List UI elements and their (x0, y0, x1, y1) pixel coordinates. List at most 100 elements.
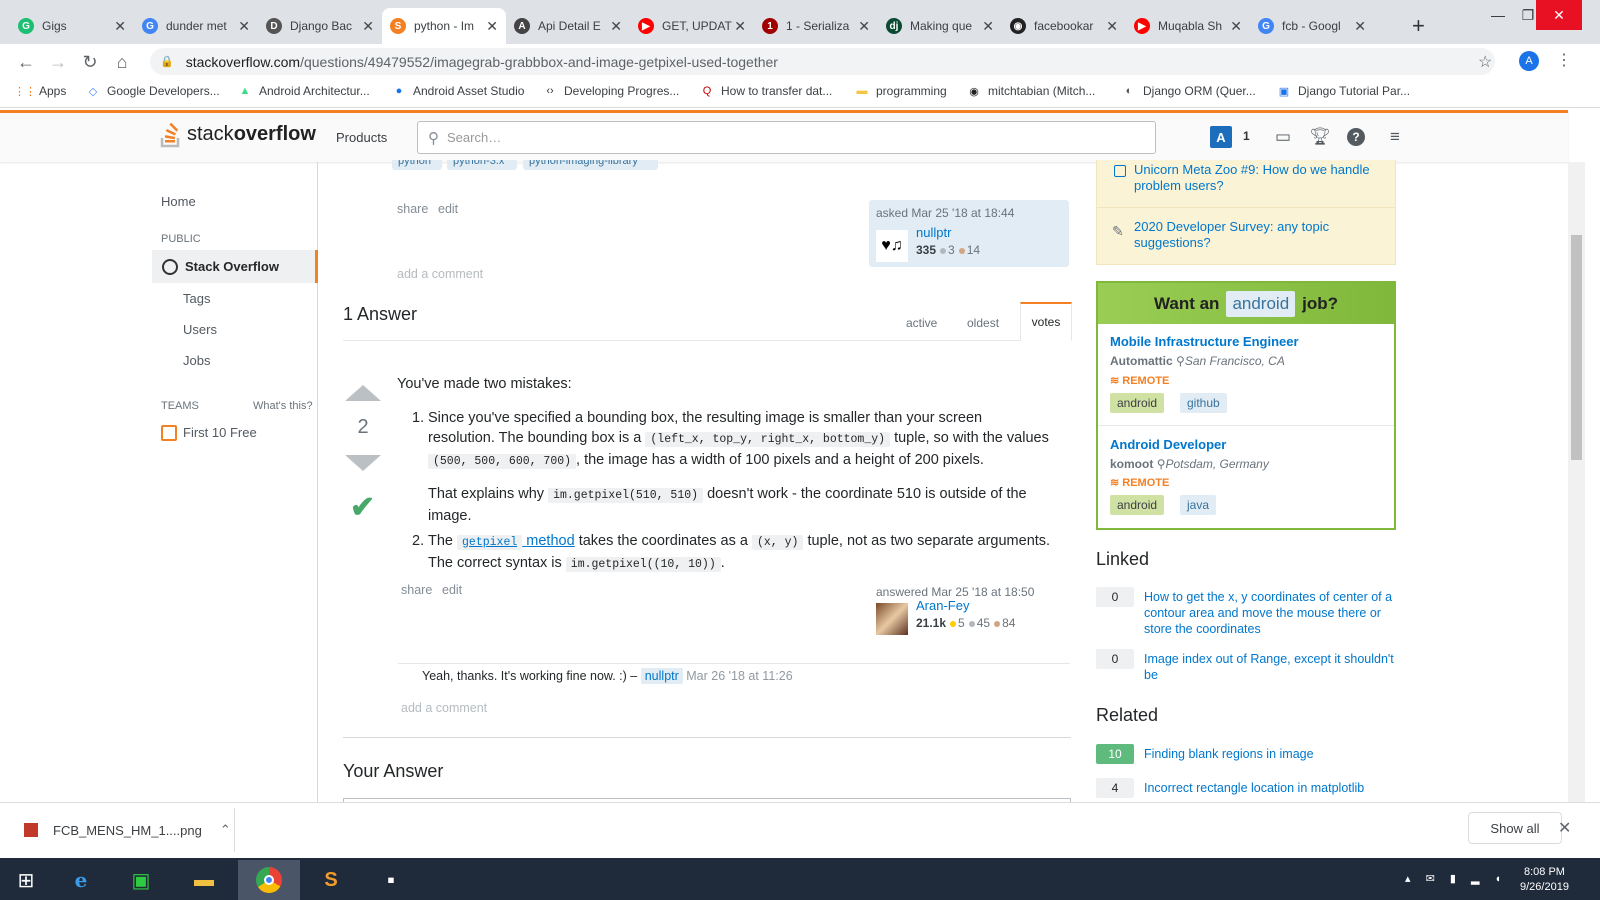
help-icon[interactable]: ? (1347, 128, 1365, 146)
linked-2-link[interactable]: Image index out of Range, except it shou… (1144, 651, 1394, 683)
bookmark-item[interactable]: ‹› Developing Progres... (543, 84, 679, 98)
nav-tags[interactable]: Tags (183, 291, 210, 306)
getpixel-method-link[interactable]: getpixel method (457, 533, 575, 550)
download-item[interactable]: FCB_MENS_HM_1....png ⌃ (24, 822, 231, 838)
browser-tab[interactable]: dj Making que ✕ (878, 8, 1002, 44)
job-2-tag-java[interactable]: java (1180, 495, 1217, 515)
close-window-button[interactable]: ✕ (1536, 0, 1582, 30)
linked-1-link[interactable]: How to get the x, y coordinates of cente… (1144, 589, 1394, 637)
browser-tab[interactable]: ▶ GET, UPDAT ✕ (630, 8, 754, 44)
browser-tab[interactable]: ▶ Muqabla Sh ✕ (1126, 8, 1250, 44)
question-add-comment[interactable]: add a comment (397, 267, 483, 281)
bookmark-item[interactable]: ⋮⋮ Apps (14, 84, 66, 98)
close-tab-icon[interactable]: ✕ (114, 18, 126, 35)
taskbar-clock[interactable]: 8:08 PM 9/26/2019 (1520, 865, 1569, 895)
related-1-score[interactable]: 10 (1096, 744, 1134, 764)
scrollbar-thumb[interactable] (1571, 235, 1582, 460)
teams-whats-this[interactable]: What's this? (253, 400, 313, 412)
menu-dots-icon[interactable]: ⋮ (1556, 50, 1572, 70)
close-tab-icon[interactable]: ✕ (362, 18, 374, 35)
downvote-arrow-icon[interactable] (345, 455, 381, 471)
internet-explorer-icon[interactable]: e (55, 860, 107, 900)
address-bar[interactable]: 🔒 stackoverflow.com/questions/49479552/i… (150, 48, 1495, 75)
answerer-username[interactable]: Aran-Fey (916, 598, 969, 613)
question-tag[interactable]: python-3.x (447, 160, 517, 170)
close-tab-icon[interactable]: ✕ (1230, 18, 1242, 35)
home-icon[interactable]: ⌂ (108, 48, 136, 76)
bookmark-item[interactable]: Q How to transfer dat... (700, 84, 833, 98)
close-tab-icon[interactable]: ✕ (858, 18, 870, 35)
cmd-icon[interactable]: ▪ (365, 860, 417, 900)
achievements-icon[interactable]: 🏆︎ (1309, 126, 1331, 148)
bookmark-item[interactable]: ▬ programming (855, 84, 947, 98)
close-tab-icon[interactable]: ✕ (1354, 18, 1366, 35)
sort-tab-votes[interactable]: votes (1020, 302, 1072, 341)
question-share-link[interactable]: share (397, 202, 428, 216)
back-arrow-icon[interactable]: ← (12, 48, 40, 76)
sort-tab-active[interactable]: active (906, 316, 937, 330)
store-icon[interactable]: ▣ (115, 860, 167, 900)
linked-1-score[interactable]: 0 (1096, 587, 1134, 607)
question-edit-link[interactable]: edit (438, 202, 458, 216)
user-avatar[interactable]: A (1210, 126, 1232, 148)
browser-tab[interactable]: A Api Detail E ✕ (506, 8, 630, 44)
forward-arrow-icon[interactable]: → (44, 48, 72, 76)
question-tag[interactable]: python (392, 160, 442, 170)
browser-tab[interactable]: 1 1 - Serializa ✕ (754, 8, 878, 44)
chevron-up-icon[interactable]: ⌃ (220, 822, 231, 838)
products-menu[interactable]: Products (336, 130, 387, 145)
comment-date[interactable]: Mar 26 '18 at 11:26 (686, 669, 792, 683)
job-2-title[interactable]: Android Developer (1110, 437, 1226, 452)
job-2-tag-android[interactable]: android (1110, 495, 1165, 515)
bookmark-item[interactable]: ▣ Django Tutorial Par... (1277, 84, 1410, 98)
answer-edit-link[interactable]: edit (442, 583, 462, 597)
close-tab-icon[interactable]: ✕ (1106, 18, 1118, 35)
job-1-tag-android[interactable]: android (1110, 393, 1165, 413)
bookmark-item[interactable]: ◇ Google Developers... (86, 84, 220, 98)
answer-share-link[interactable]: share (401, 583, 432, 597)
so-logo[interactable]: stack overflow (160, 120, 316, 148)
bookmark-star-icon[interactable]: ☆ (1478, 52, 1492, 72)
inbox-icon[interactable]: ▭ (1272, 126, 1294, 148)
chrome-taskbar-icon[interactable] (238, 860, 300, 900)
related-2-score[interactable]: 4 (1096, 778, 1134, 798)
reload-icon[interactable]: ↻ (76, 48, 104, 76)
nav-home[interactable]: Home (161, 194, 196, 209)
bookmark-item[interactable]: ◐ Django ORM (Quer... (1122, 84, 1256, 98)
browser-tab[interactable]: Gfcb - Googl ✕ (1250, 8, 1374, 44)
close-download-bar-icon[interactable]: ✕ (1558, 818, 1571, 838)
asker-username[interactable]: nullptr (916, 225, 951, 240)
browser-tab[interactable]: Gdunder met ✕ (134, 8, 258, 44)
related-1-link[interactable]: Finding blank regions in image (1144, 746, 1394, 762)
jobs-ad-header[interactable]: Want an android job? (1098, 283, 1394, 324)
bookmark-item[interactable]: ◉ mitchtabian (Mitch... (967, 84, 1095, 98)
show-all-button[interactable]: Show all (1468, 812, 1562, 844)
site-switcher-icon[interactable]: ≡ (1384, 126, 1406, 148)
close-tab-icon[interactable]: ✕ (734, 18, 746, 35)
meta-link-2[interactable]: 2020 Developer Survey: any topic suggest… (1134, 219, 1394, 251)
job-1-title[interactable]: Mobile Infrastructure Engineer (1110, 334, 1299, 349)
search-input[interactable]: ⚲ Search… (417, 121, 1156, 154)
system-tray-icons[interactable]: ▴ ✉ ▮ ▂ ◖ (1405, 872, 1507, 885)
nav-jobs[interactable]: Jobs (183, 353, 210, 368)
sublime-text-icon[interactable]: S (305, 860, 357, 900)
browser-tab[interactable]: Spython - Im ✕ (382, 8, 506, 44)
start-windows-icon[interactable]: ⊞ (0, 860, 52, 900)
related-2-link[interactable]: Incorrect rectangle location in matplotl… (1144, 780, 1394, 796)
browser-tab[interactable]: ◉ facebookar ✕ (1002, 8, 1126, 44)
bookmark-item[interactable]: ● Android Asset Studio (392, 84, 525, 98)
profile-avatar[interactable]: A (1519, 51, 1539, 71)
nav-users[interactable]: Users (183, 322, 217, 337)
meta-link-1[interactable]: Unicorn Meta Zoo #9: How do we handle pr… (1134, 162, 1394, 194)
file-explorer-icon[interactable]: ▬ (178, 860, 230, 900)
job-1-tag-github[interactable]: github (1180, 393, 1227, 413)
bookmark-item[interactable]: ▲ Android Architectur... (238, 84, 370, 98)
nav-stack-overflow[interactable]: Stack Overflow (152, 250, 318, 283)
close-tab-icon[interactable]: ✕ (610, 18, 622, 35)
browser-tab[interactable]: D Django Bac ✕ (258, 8, 382, 44)
sort-tab-oldest[interactable]: oldest (967, 316, 999, 330)
close-tab-icon[interactable]: ✕ (982, 18, 994, 35)
close-tab-icon[interactable]: ✕ (238, 18, 250, 35)
answer-add-comment[interactable]: add a comment (401, 701, 487, 715)
question-tag[interactable]: python-imaging-library (523, 160, 658, 170)
